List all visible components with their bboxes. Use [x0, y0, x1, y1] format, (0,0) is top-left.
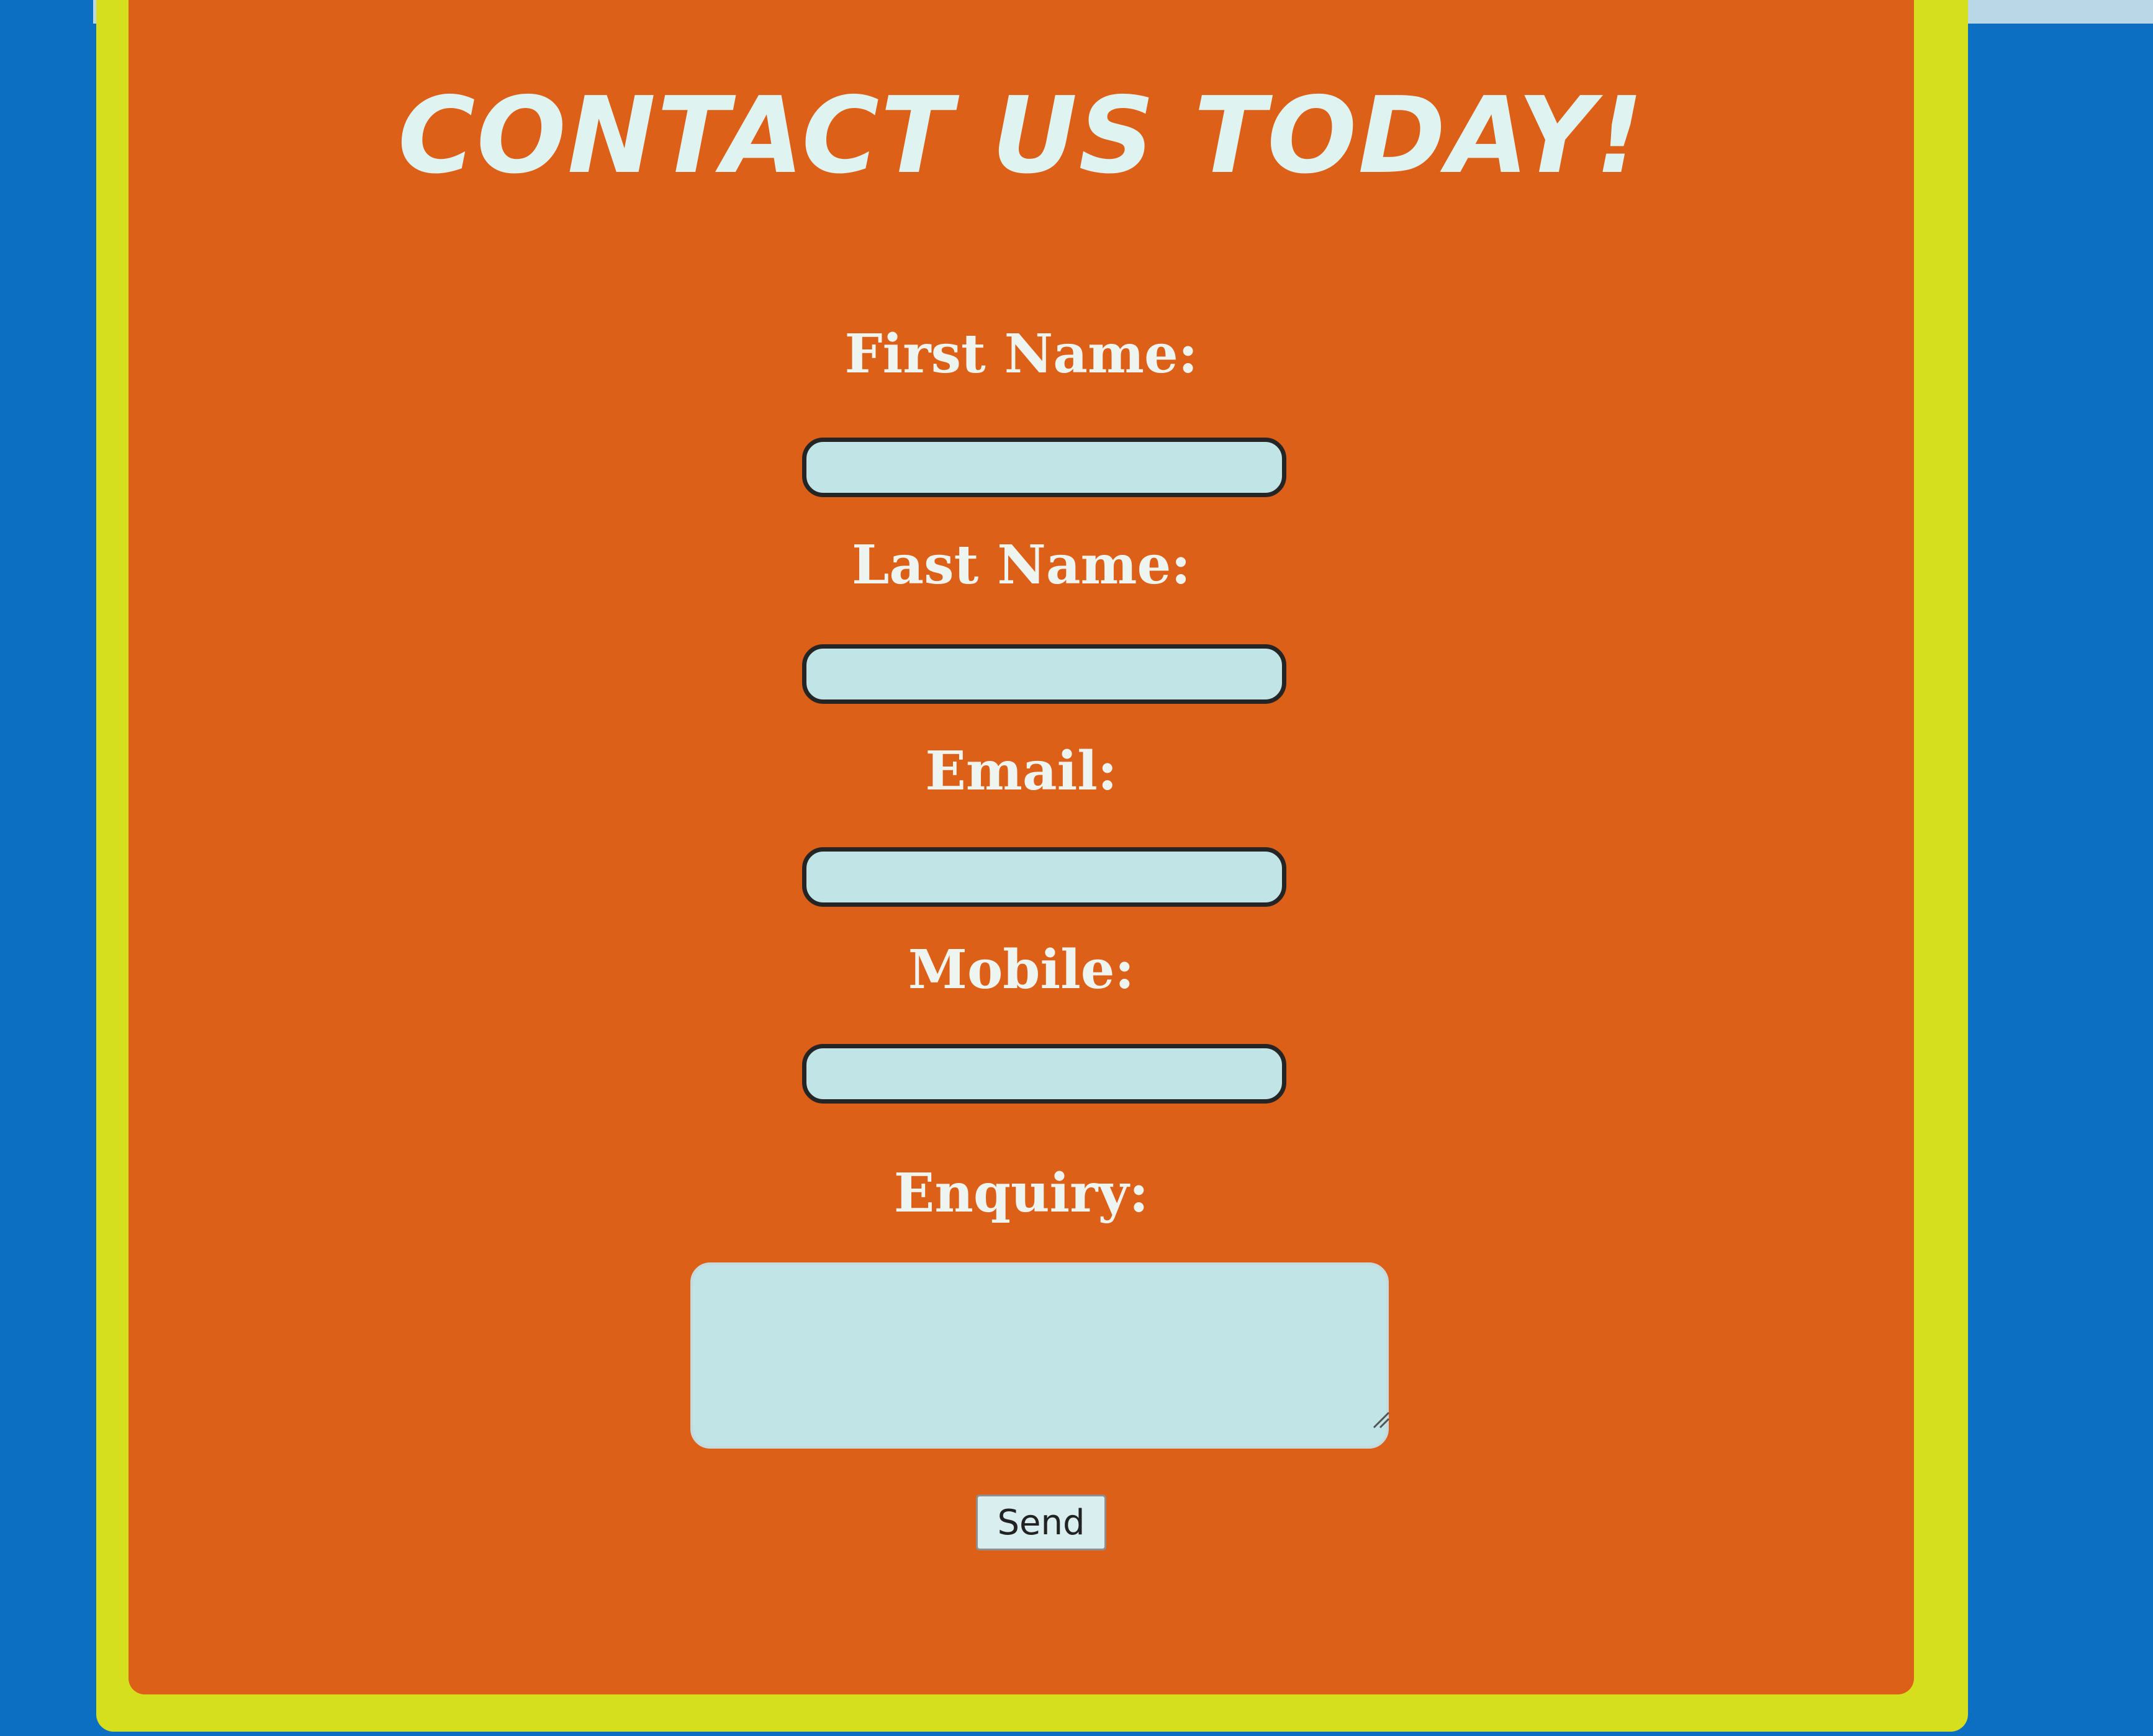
- mobile-label: Mobile:: [908, 938, 1135, 1001]
- mobile-field[interactable]: [802, 1044, 1286, 1104]
- first-name-label: First Name:: [844, 323, 1198, 385]
- page-title: CONTACT US TODAY!: [397, 74, 1645, 197]
- last-name-label: Last Name:: [851, 534, 1191, 596]
- email-field[interactable]: [802, 847, 1286, 907]
- enquiry-textarea[interactable]: [690, 1262, 1389, 1449]
- first-name-field[interactable]: [802, 438, 1286, 497]
- enquiry-label: Enquiry:: [893, 1162, 1149, 1225]
- email-label: Email:: [925, 740, 1117, 803]
- send-button[interactable]: Send: [976, 1495, 1106, 1550]
- contact-frame: CONTACT US TODAY! First Name: Last Name:…: [96, 0, 1968, 1732]
- last-name-field[interactable]: [802, 644, 1286, 704]
- contact-panel: CONTACT US TODAY! First Name: Last Name:…: [129, 0, 1914, 1694]
- resize-grip-icon[interactable]: [1370, 1409, 1390, 1429]
